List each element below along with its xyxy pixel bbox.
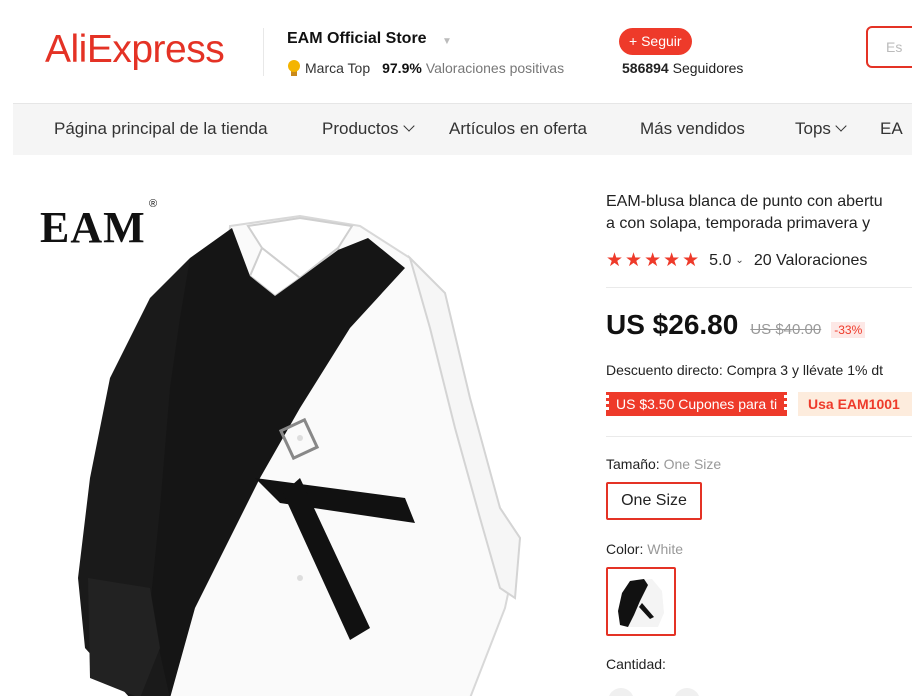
color-label: Color: White [606,541,684,557]
header-divider [263,28,264,76]
store-search-input[interactable]: Es [866,26,912,68]
positive-feedback-pct: 97.9% [382,60,422,76]
followers-count: 586894 Seguidores [622,60,743,76]
nav-item-deals[interactable]: Artículos en oferta [449,119,587,139]
promo-code-badge[interactable]: Usa EAM1001 [798,392,912,416]
nav-item-bestsellers[interactable]: Más vendidos [640,119,745,139]
follow-button[interactable]: + Seguir [619,28,692,55]
original-price: US $40.00 [750,321,822,338]
size-option-one-size[interactable]: One Size [606,482,702,520]
size-label: Tamaño: One Size [606,456,722,472]
followers-number: 586894 [622,60,669,76]
product-main-image[interactable]: EAM ® [0,178,580,696]
chevron-down-icon[interactable]: ⌄ [735,255,743,266]
chevron-down-icon [402,120,415,132]
nav-item-products[interactable]: Productos [322,119,415,139]
chevron-down-icon [835,120,847,132]
store-name-link[interactable]: EAM Official Store [287,30,427,48]
chevron-down-icon[interactable]: ▼ [442,36,452,47]
store-header: AliExpress EAM Official Store ▼ Marca To… [0,0,912,103]
star-rating-icon: ★★★★★ [606,250,702,271]
rating-value[interactable]: 5.0 [709,252,731,270]
blouse-illustration [78,214,522,696]
color-option-white[interactable] [606,567,676,636]
coupon-button[interactable]: US $3.50 Cupones para ti [602,392,791,416]
color-thumbnail-image [618,579,664,627]
quantity-label: Cantidad: [606,656,666,672]
product-title: EAM-blusa blanca de punto con abertu a c… [606,193,883,232]
product-rating: ★★★★★ 5.0 ⌄ 20 Valoraciones [606,249,867,272]
discount-badge: -33% [831,322,866,338]
size-selected-value: One Size [663,456,722,472]
color-selected-value: White [647,541,684,557]
bulk-discount-text: Descuento directo: Compra 3 y llévate 1%… [606,362,884,378]
store-nav: Página principal de la tienda Productos … [13,103,912,155]
top-brand-badge: Marca Top [305,60,371,76]
quantity-decrease-button[interactable] [608,688,634,696]
nav-item-tops[interactable]: Tops [795,119,847,139]
aliexpress-logo[interactable]: AliExpress [45,28,225,72]
quantity-increase-button[interactable] [674,688,700,696]
product-price: US $26.80 US $40.00 -33% [606,309,866,341]
current-price: US $26.80 [606,309,739,340]
nav-item-home[interactable]: Página principal de la tienda [54,119,268,139]
medal-icon [287,60,301,76]
nav-item-more[interactable]: EA [880,119,903,139]
positive-feedback-label: Valoraciones positivas [425,60,565,76]
divider [606,436,912,437]
divider [606,287,912,288]
reviews-link[interactable]: 20 Valoraciones [754,252,868,270]
followers-label: Seguidores [672,60,744,76]
store-meta: Marca Top 97.9% Valoraciones positivas [287,60,564,76]
